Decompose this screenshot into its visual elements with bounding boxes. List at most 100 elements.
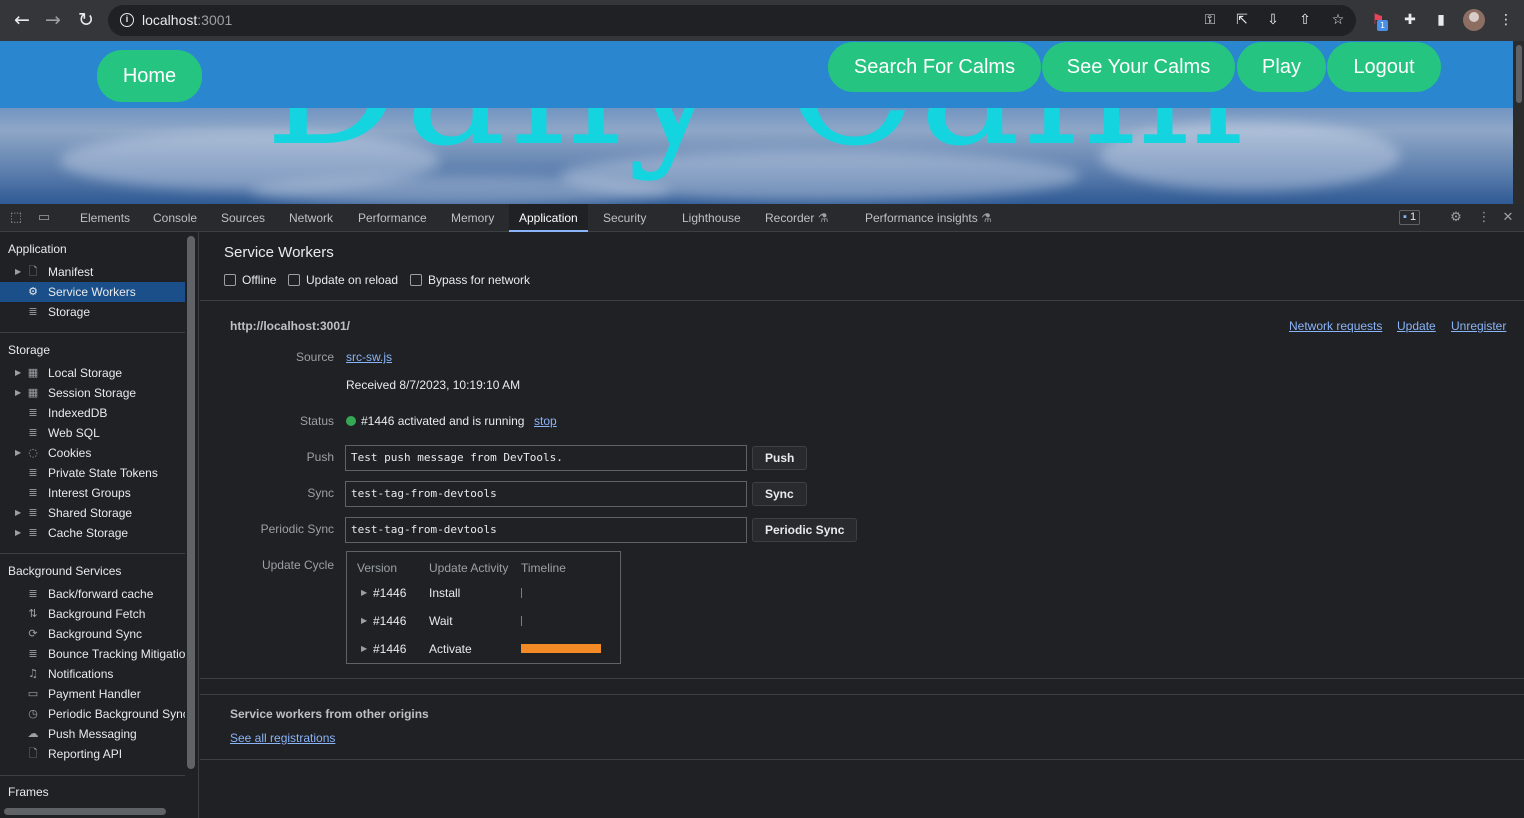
checkbox-box[interactable] (224, 274, 236, 286)
periodic-sync-tag-input[interactable]: test-tag-from-devtools (345, 517, 747, 543)
sidebar-scrollbar[interactable] (187, 236, 195, 769)
tab-security[interactable]: Security (603, 204, 646, 232)
sidebar-item-interest-groups[interactable]: ≣ Interest Groups (0, 483, 185, 503)
source-file-link[interactable]: src-sw.js (346, 350, 392, 364)
sidebar-item-storage[interactable]: ≣ Storage (0, 302, 185, 322)
extensions-puzzle-icon[interactable]: ✚ (1401, 11, 1419, 29)
sidebar-item-periodic-background-sync[interactable]: ◷ Periodic Background Sync (0, 704, 185, 724)
sync-button[interactable]: Sync (752, 482, 807, 506)
unregister-link[interactable]: Unregister (1451, 319, 1506, 333)
sidebar-item-web-sql[interactable]: ≣ Web SQL (0, 423, 185, 443)
expand-arrow-icon[interactable]: ▶ (15, 363, 21, 383)
tab-performance[interactable]: Performance (358, 204, 427, 232)
sidebar-item-manifest[interactable]: ▶ 🗋 Manifest (0, 262, 185, 282)
extension-icon[interactable]: ⚑ 1 (1369, 11, 1388, 31)
sidebar-item-session-storage[interactable]: ▶ ▦ Session Storage (0, 383, 185, 403)
back-icon[interactable]: ← (9, 8, 35, 34)
expand-arrow-icon[interactable]: ▶ (361, 644, 367, 653)
tab-sources[interactable]: Sources (221, 204, 265, 232)
side-panel-icon[interactable]: ▮ (1432, 11, 1450, 29)
home-button[interactable]: Home (97, 50, 202, 102)
page-scrollbar[interactable] (1513, 41, 1524, 204)
tab-lighthouse[interactable]: Lighthouse (682, 204, 741, 232)
sidebar-item-reporting-api[interactable]: 🗋 Reporting API (0, 744, 185, 764)
timeline-bar-wait (521, 616, 522, 626)
app-navbar: Home Search For Calms See Your Calms Pla… (0, 41, 1513, 108)
push-message-input[interactable]: Test push message from DevTools. (345, 445, 747, 471)
sidebar-item-local-storage[interactable]: ▶ ▦ Local Storage (0, 363, 185, 383)
bookmark-star-icon[interactable]: ☆ (1329, 11, 1347, 29)
sidebar-item-background-fetch[interactable]: ⇅ Background Fetch (0, 604, 185, 624)
more-options-icon[interactable]: ⋮ (1476, 210, 1492, 226)
database-icon: ≣ (28, 526, 38, 539)
expand-arrow-icon[interactable]: ▶ (361, 588, 367, 597)
sidebar-horizontal-scrollbar[interactable] (4, 808, 166, 815)
chrome-menu-icon[interactable]: ⋮ (1497, 11, 1515, 29)
sidebar-item-label: Shared Storage (48, 506, 133, 520)
sidebar-item-service-workers[interactable]: ⚙ Service Workers (0, 282, 185, 302)
reload-icon[interactable]: ↻ (73, 8, 99, 34)
open-external-icon[interactable]: ⇱ (1233, 11, 1251, 29)
cycle-activity: Install (429, 586, 461, 600)
offline-checkbox[interactable]: Offline (224, 272, 276, 288)
sidebar-item-bfcache[interactable]: ≣ Back/forward cache (0, 584, 185, 604)
page-scrollbar-thumb[interactable] (1516, 45, 1522, 103)
checkbox-box[interactable] (410, 274, 422, 286)
sidebar-item-payment-handler[interactable]: ▭ Payment Handler (0, 684, 185, 704)
sidebar-item-indexeddb[interactable]: ≣ IndexedDB (0, 403, 185, 423)
flask-icon: ⚗ (981, 211, 992, 225)
database-icon: ≣ (28, 406, 38, 419)
sidebar-item-private-state-tokens[interactable]: ≣ Private State Tokens (0, 463, 185, 483)
key-icon[interactable]: ⚿ (1201, 11, 1219, 29)
bypass-for-network-checkbox[interactable]: Bypass for network (410, 272, 530, 288)
sidebar-item-bounce-tracking[interactable]: ≣ Bounce Tracking Mitigations (0, 644, 185, 664)
tab-network[interactable]: Network (289, 204, 333, 232)
periodic-sync-button[interactable]: Periodic Sync (752, 518, 858, 542)
update-on-reload-checkbox[interactable]: Update on reload (288, 272, 398, 288)
issue-message-icon: ▪ (1403, 211, 1407, 223)
site-info-icon[interactable]: i (120, 13, 134, 27)
database-icon: ≣ (28, 305, 38, 318)
update-link[interactable]: Update (1397, 319, 1436, 333)
tab-elements[interactable]: Elements (80, 204, 130, 232)
stop-link[interactable]: stop (534, 414, 557, 428)
expand-arrow-icon[interactable]: ▶ (15, 443, 21, 463)
profile-avatar[interactable] (1463, 9, 1485, 31)
tab-console[interactable]: Console (153, 204, 197, 232)
expand-arrow-icon[interactable]: ▶ (15, 383, 21, 403)
sidebar-item-shared-storage[interactable]: ▶ ≣ Shared Storage (0, 503, 185, 523)
inspect-element-icon[interactable]: ⬚ (8, 210, 24, 226)
expand-arrow-icon[interactable]: ▶ (15, 523, 21, 543)
credit-card-icon: ▭ (27, 687, 39, 700)
expand-arrow-icon[interactable]: ▶ (15, 503, 21, 523)
tab-memory[interactable]: Memory (451, 204, 494, 232)
tab-performance-insights[interactable]: Performance insights ⚗ (865, 204, 992, 232)
settings-gear-icon[interactable]: ⚙ (1448, 210, 1464, 226)
sidebar-item-label: IndexedDB (48, 406, 108, 420)
sidebar-item-background-sync[interactable]: ⟳ Background Sync (0, 624, 185, 644)
expand-arrow-icon[interactable]: ▶ (361, 616, 367, 625)
checkbox-box[interactable] (288, 274, 300, 286)
network-requests-link[interactable]: Network requests (1289, 319, 1382, 333)
sidebar-item-cookies[interactable]: ▶ ◌ Cookies (0, 443, 185, 463)
issues-counter[interactable]: ▪ 1 (1399, 210, 1421, 225)
share-icon[interactable]: ⇧ (1296, 11, 1314, 29)
play-button[interactable]: Play (1237, 42, 1326, 92)
forward-icon[interactable]: → (40, 8, 66, 34)
install-icon[interactable]: ⇩ (1264, 11, 1282, 29)
sidebar-item-notifications[interactable]: ♫ Notifications (0, 664, 185, 684)
sidebar-item-push-messaging[interactable]: ☁ Push Messaging (0, 724, 185, 744)
tab-application[interactable]: Application (509, 204, 588, 232)
see-calms-button[interactable]: See Your Calms (1042, 42, 1235, 92)
expand-arrow-icon[interactable]: ▶ (15, 262, 21, 282)
sync-tag-input[interactable]: test-tag-from-devtools (345, 481, 747, 507)
see-all-registrations-link[interactable]: See all registrations (230, 731, 335, 745)
push-button[interactable]: Push (752, 446, 808, 470)
sidebar-item-cache-storage[interactable]: ▶ ≣ Cache Storage (0, 523, 185, 543)
tab-recorder[interactable]: Recorder ⚗ (765, 204, 828, 232)
logout-button[interactable]: Logout (1327, 42, 1441, 92)
device-toolbar-icon[interactable]: ▭ (36, 210, 52, 226)
address-bar[interactable]: i localhost:3001 ⚿ ⇱ ⇩ ⇧ ☆ (108, 5, 1356, 36)
close-devtools-icon[interactable]: ✕ (1500, 210, 1516, 226)
search-calms-button[interactable]: Search For Calms (828, 42, 1041, 92)
